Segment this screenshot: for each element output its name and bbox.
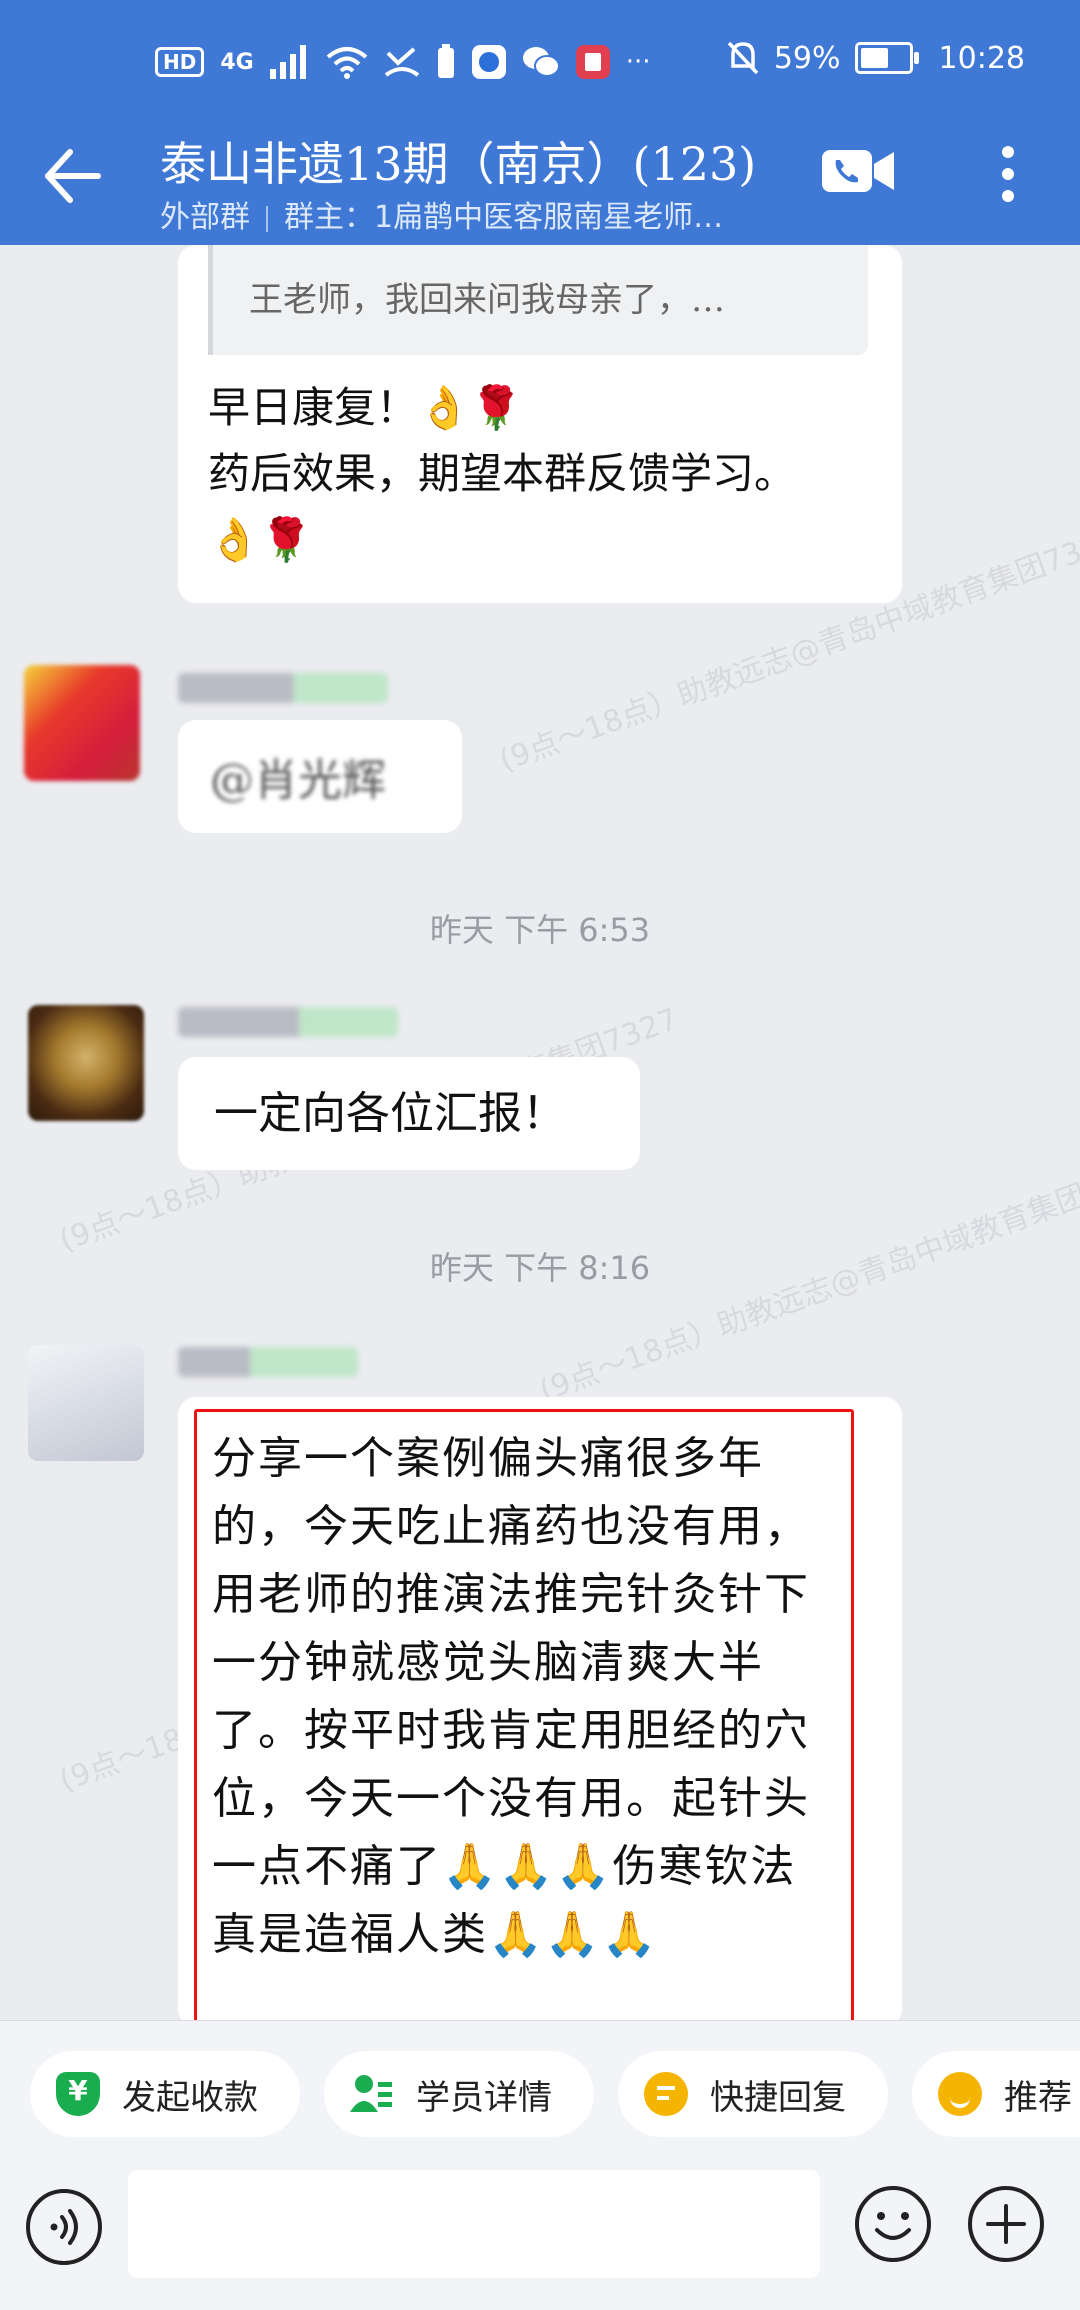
- status-left-icons: HD 4G ···: [155, 44, 651, 80]
- message-bubble[interactable]: @肖光辉: [178, 720, 462, 833]
- quick-action-recommend[interactable]: 推荐: [912, 2051, 1080, 2137]
- message-text: 分享一个案例偏头痛很多年的，今天吃止痛药也没有用，用老师的推演法推完针灸针下一分…: [212, 1433, 810, 1960]
- battery-saver-icon: [437, 44, 454, 78]
- voice-video-call-icon[interactable]: [822, 146, 896, 196]
- chip-label: 快捷回复: [710, 2077, 846, 2118]
- chip-label: 推荐: [1004, 2077, 1072, 2118]
- status-right-icons: 59% 10:28: [726, 40, 1025, 76]
- network-type: 4G: [220, 49, 254, 75]
- message-text: 一定向各位汇报！: [214, 1088, 566, 1139]
- message-list[interactable]: (9点～18点）助教远志@青岛中域教育集团7327 (9点～18点）助教远志@青…: [0, 245, 1080, 2020]
- quoted-message[interactable]: 王老师，我回来问我母亲了，…: [208, 245, 868, 355]
- message-input[interactable]: [128, 2170, 820, 2278]
- browser-app-icon: [471, 45, 506, 79]
- back-arrow-icon[interactable]: [40, 144, 104, 208]
- sender-name-blurred: [178, 1007, 398, 1037]
- wifi-icon: [326, 47, 368, 79]
- avatar[interactable]: [28, 1005, 144, 1121]
- voice-input-icon[interactable]: [24, 2187, 104, 2267]
- quick-action-bar: ¥ 发起收款 学员详情 快捷回复 推荐: [0, 2020, 1080, 2166]
- message-text: 早日康复！👌🌹 药后效果，期望本群反馈学习。👌🌹: [208, 383, 797, 564]
- input-bar: [0, 2165, 1080, 2310]
- app-header: HD 4G ··· 59% 10:28 泰山非遗13期（南京）(123) 外部群…: [0, 0, 1080, 245]
- signal-icon: [269, 45, 306, 79]
- yuan-icon: ¥: [56, 2072, 100, 2116]
- reader-app-icon: [575, 45, 610, 79]
- hd-icon: HD: [155, 47, 205, 77]
- plus-icon[interactable]: [966, 2184, 1046, 2264]
- avatar[interactable]: [28, 1345, 144, 1461]
- subtitle-divider: [266, 205, 268, 232]
- message-bubble[interactable]: 一定向各位汇报！: [178, 1057, 640, 1170]
- quick-action-collect-payment[interactable]: ¥ 发起收款: [30, 2051, 300, 2137]
- quick-action-student-details[interactable]: 学员详情: [324, 2051, 594, 2137]
- chat-title[interactable]: 泰山非遗13期（南京）(123): [160, 128, 756, 194]
- sender-name-blurred: [178, 1347, 358, 1377]
- chat-subtitle[interactable]: 外部群 群主：1扁鹊中医客服南星老师…: [160, 192, 723, 236]
- timestamp: 昨天 下午 6:53: [429, 911, 651, 949]
- timestamp: 昨天 下午 8:16: [429, 1249, 651, 1287]
- mute-icon: [727, 41, 759, 75]
- title-bar: 泰山非遗13期（南京）(123) 外部群 群主：1扁鹊中医客服南星老师…: [0, 120, 1080, 245]
- more-notifications: ···: [625, 47, 651, 77]
- mention-text: @肖光辉: [210, 755, 386, 806]
- group-type-label: 外部群: [160, 200, 250, 235]
- quick-action-quick-reply[interactable]: 快捷回复: [618, 2051, 888, 2137]
- clock: 10:28: [938, 40, 1025, 76]
- chip-label: 发起收款: [122, 2077, 258, 2118]
- quick-reply-icon: [644, 2072, 688, 2116]
- avatar[interactable]: [24, 665, 140, 781]
- battery-percent: 59%: [773, 40, 841, 76]
- chip-label: 学员详情: [416, 2077, 552, 2118]
- emoji-icon[interactable]: [853, 2184, 933, 2264]
- recommend-icon: [938, 2072, 982, 2116]
- sender-name-blurred: [178, 673, 388, 703]
- status-bar: HD 4G ··· 59% 10:28: [0, 0, 1080, 120]
- wechat-icon: [522, 47, 560, 77]
- more-options-icon[interactable]: [988, 142, 1028, 206]
- message-bubble-reply[interactable]: 王老师，我回来问我母亲了，… 早日康复！👌🌹 药后效果，期望本群反馈学习。👌🌹: [178, 245, 902, 603]
- student-icon: [350, 2072, 394, 2116]
- missed-call-icon: [384, 47, 419, 77]
- group-owner-label: 群主：1扁鹊中医客服南星老师…: [284, 200, 724, 235]
- battery-icon: [854, 42, 919, 74]
